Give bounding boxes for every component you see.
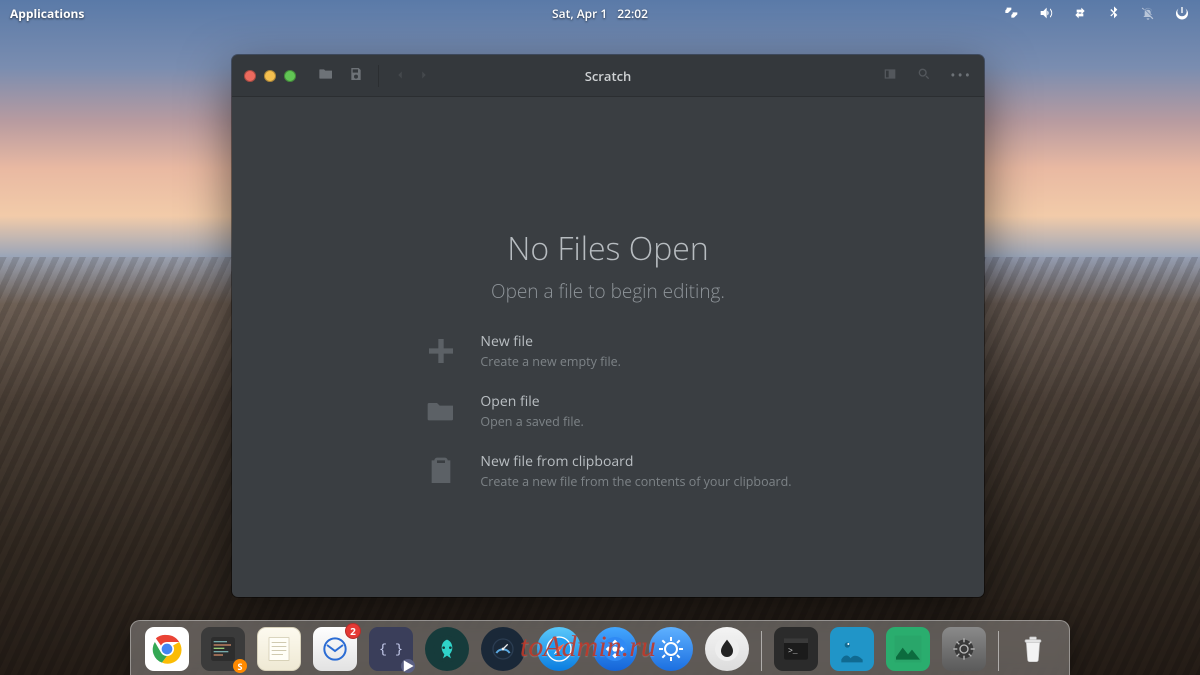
dock-software[interactable] (593, 627, 637, 671)
open-file-desc: Open a saved file. (480, 413, 583, 430)
dock-mail[interactable]: 2 (313, 627, 357, 671)
applications-menu[interactable]: Applications (10, 5, 84, 22)
toggle-sidebar-icon[interactable] (882, 65, 898, 87)
dock-settings[interactable] (649, 627, 693, 671)
new-file-desc: Create a new empty file. (480, 353, 621, 370)
notifications-muted-icon[interactable] (1140, 5, 1156, 21)
new-file-title: New file (480, 332, 621, 351)
bluetooth-icon[interactable] (1106, 5, 1122, 21)
dock-shotwell[interactable] (830, 627, 874, 671)
svg-text:>_: >_ (788, 647, 798, 656)
save-icon[interactable] (348, 65, 364, 87)
search-icon[interactable] (916, 65, 932, 87)
dock-terminal[interactable]: >_ (774, 627, 818, 671)
dock-code[interactable]: { } (369, 627, 413, 671)
titlebar-separator (378, 65, 379, 87)
svg-text:{ }: { } (379, 643, 403, 658)
clipboard-desc: Create a new file from the contents of y… (480, 473, 791, 490)
panel-time[interactable]: 22:02 (617, 5, 648, 22)
open-folder-icon[interactable] (318, 65, 334, 87)
dock-ink[interactable] (705, 627, 749, 671)
mail-badge: 2 (345, 623, 361, 639)
window-title: Scratch (585, 67, 632, 85)
window-body: No Files Open Open a file to begin editi… (232, 97, 984, 597)
window-maximize-button[interactable] (284, 70, 296, 82)
dock-chrome[interactable] (145, 627, 189, 671)
dock: S 2 { } (130, 620, 1070, 675)
dock-safari[interactable] (537, 627, 581, 671)
dock-sublime[interactable]: S (201, 627, 245, 671)
open-file-title: Open file (480, 392, 583, 411)
sublime-badge-icon: S (233, 659, 247, 673)
menu-more-icon[interactable]: ••• (950, 66, 972, 85)
panel-date[interactable]: Sat, Apr 1 (552, 5, 607, 22)
dock-separator-2 (998, 631, 999, 671)
window-minimize-button[interactable] (264, 70, 276, 82)
dock-trash[interactable] (1011, 627, 1055, 671)
dock-separator (761, 631, 762, 671)
nav-back-icon[interactable] (393, 65, 407, 87)
volume-icon[interactable] (1038, 5, 1054, 21)
window-close-button[interactable] (244, 70, 256, 82)
new-from-clipboard-action[interactable]: New file from clipboard Create a new fil… (424, 452, 791, 490)
empty-state-subhead: Open a file to begin editing. (491, 278, 725, 304)
plus-icon (424, 334, 458, 368)
power-icon[interactable] (1174, 5, 1190, 21)
network-icon[interactable] (1004, 5, 1020, 21)
folder-icon (424, 394, 458, 428)
dock-stacer[interactable] (481, 627, 525, 671)
dock-preferences[interactable] (942, 627, 986, 671)
sync-icon[interactable] (1072, 5, 1088, 21)
window-titlebar[interactable]: Scratch ••• (232, 55, 984, 97)
top-panel: Applications Sat, Apr 1 22:02 (0, 0, 1200, 26)
dock-image[interactable] (886, 627, 930, 671)
nav-forward-icon[interactable] (417, 65, 431, 87)
dock-notes[interactable] (257, 627, 301, 671)
dock-gitkraken[interactable] (425, 627, 469, 671)
new-file-action[interactable]: New file Create a new empty file. (424, 332, 791, 370)
open-file-action[interactable]: Open file Open a saved file. (424, 392, 791, 430)
empty-state-headline: No Files Open (507, 227, 708, 270)
scratch-window: Scratch ••• No Files Open Open a file to… (232, 55, 984, 597)
run-badge-icon (401, 659, 415, 673)
clipboard-title: New file from clipboard (480, 452, 791, 471)
clipboard-icon (424, 454, 458, 488)
